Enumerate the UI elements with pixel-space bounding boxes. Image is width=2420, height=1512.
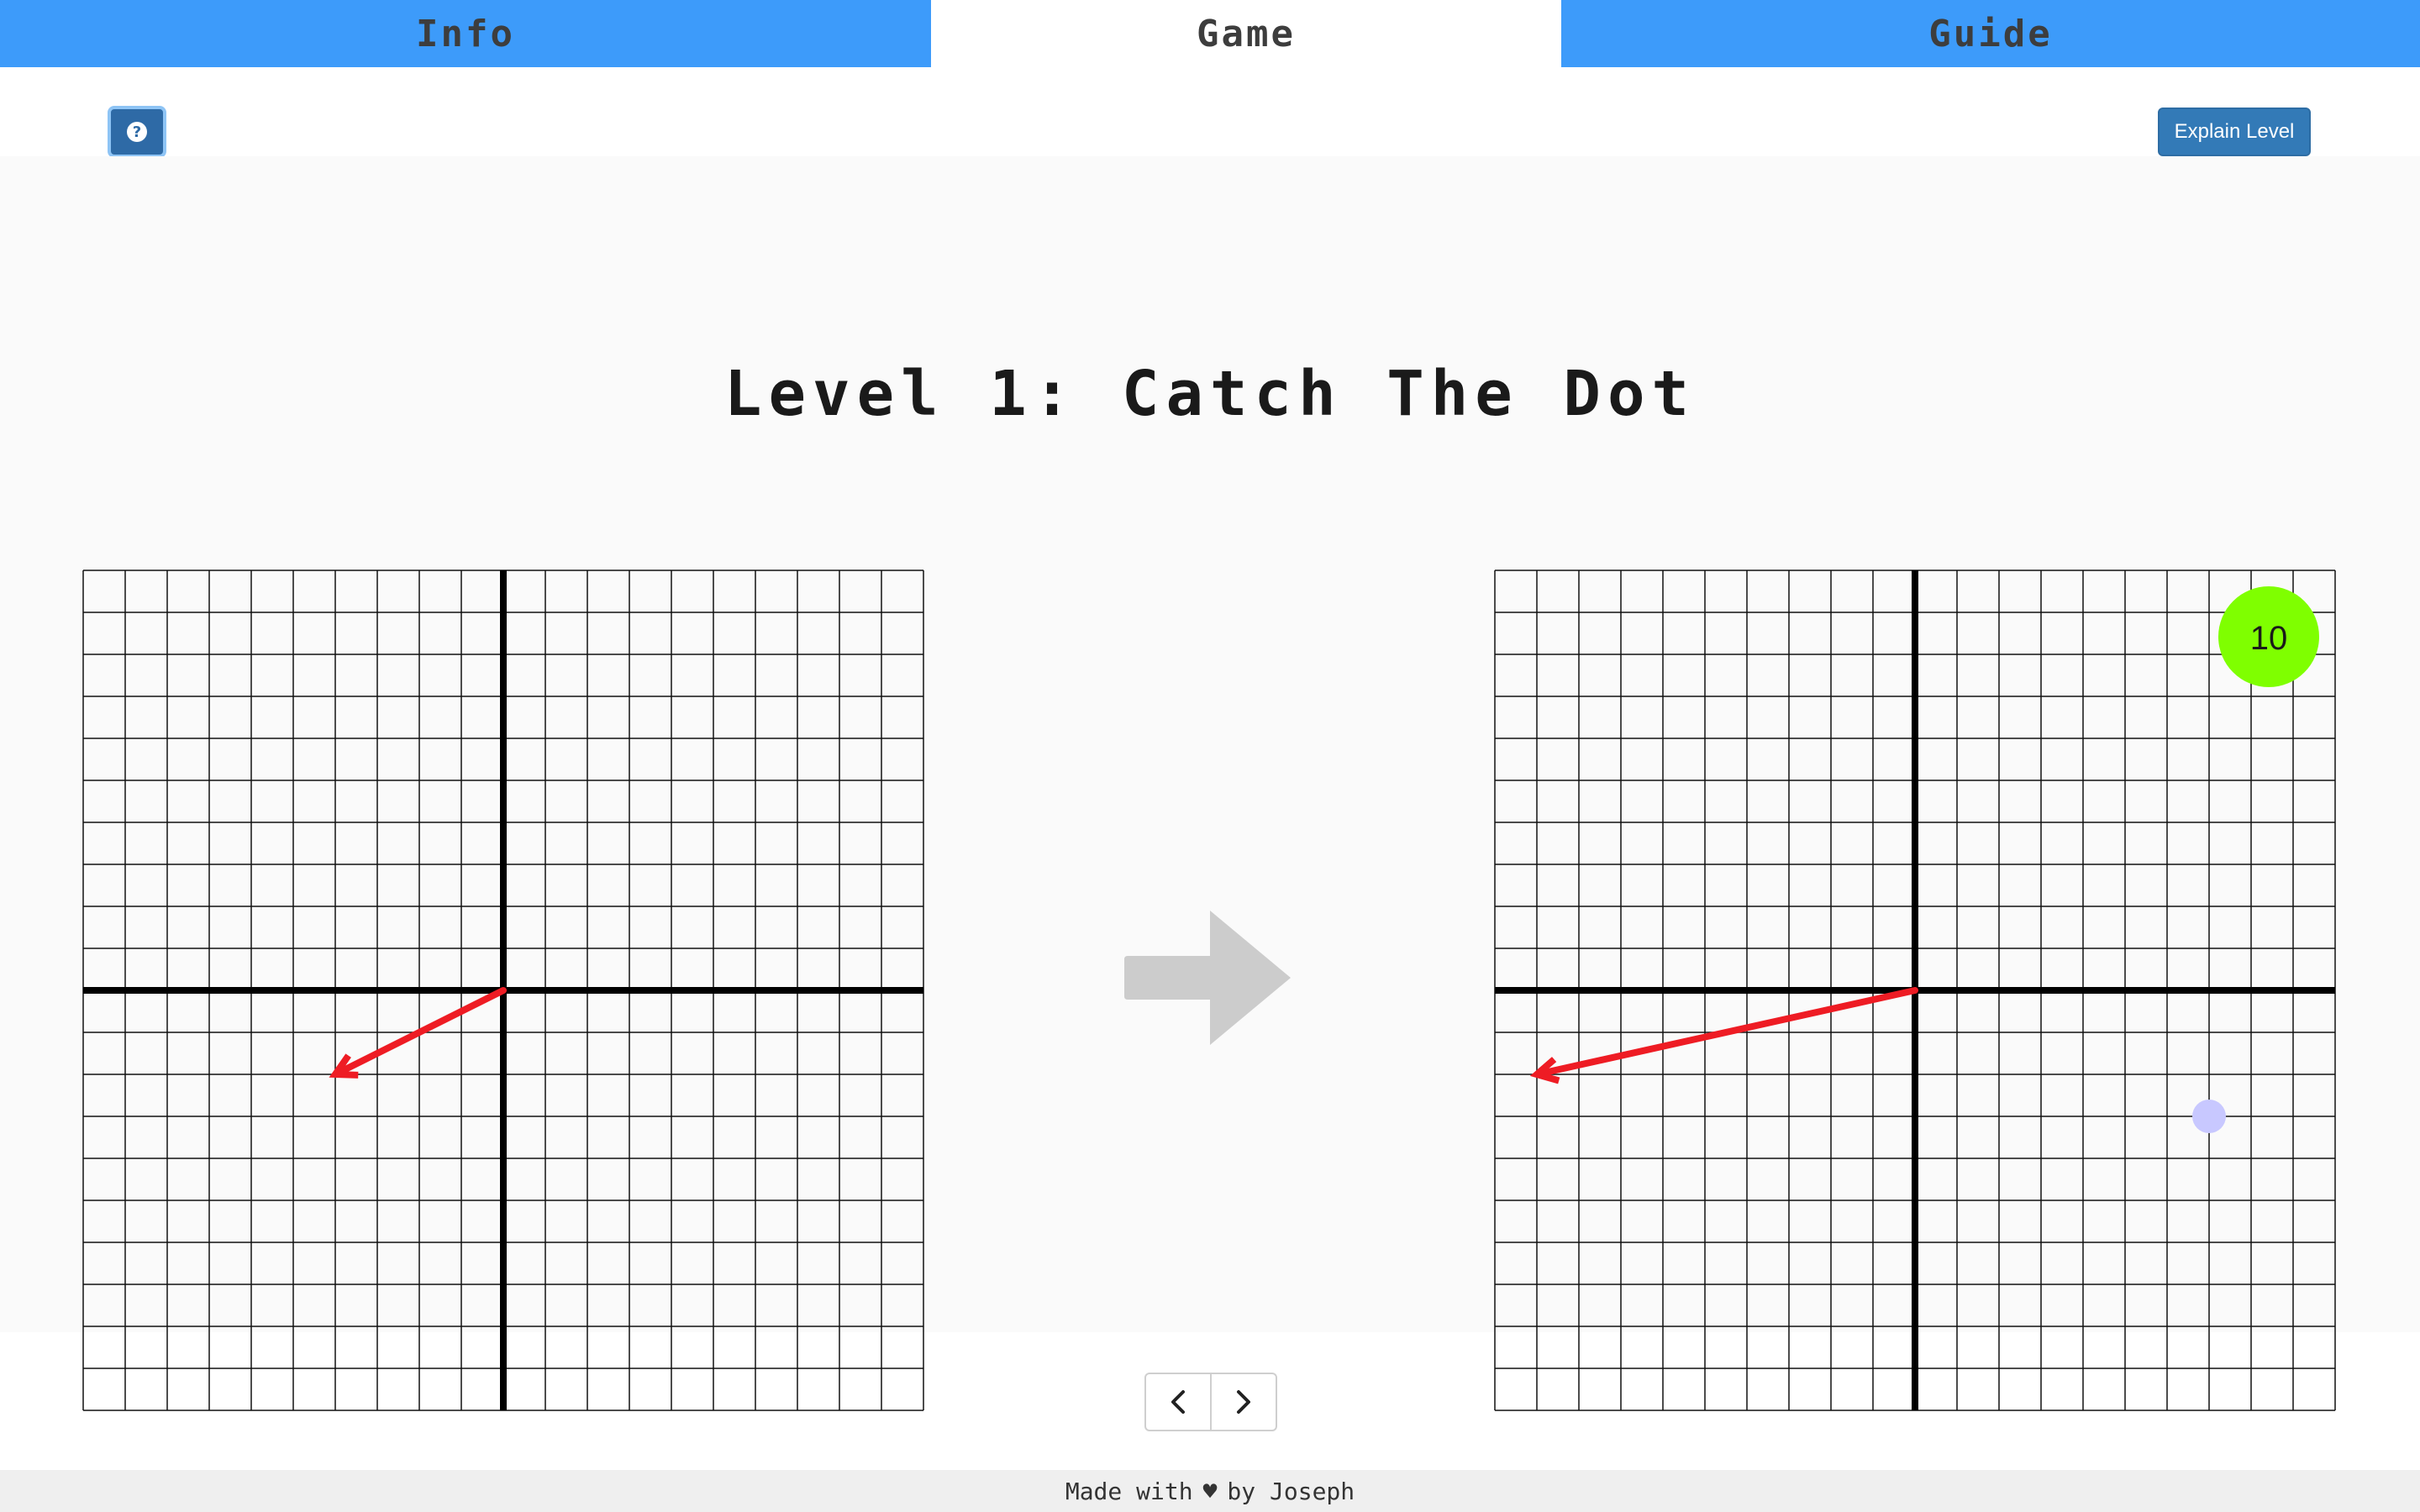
level-pager <box>1144 1373 1277 1431</box>
help-button[interactable]: ? <box>108 106 166 158</box>
tab-guide[interactable]: Guide <box>1561 0 2420 67</box>
vector-shaft <box>334 987 507 1077</box>
footer-suffix: by Joseph <box>1227 1477 1355 1505</box>
output-vector <box>1529 987 1918 1084</box>
question-circle-icon: ? <box>127 122 147 142</box>
tab-bar: Info Game Guide <box>0 0 2420 67</box>
heart-icon: ♥ <box>1202 1477 1218 1505</box>
game-page: Info Game Guide ? Explain Level Level 1:… <box>0 0 2420 1512</box>
explain-level-button[interactable]: Explain Level <box>2158 108 2311 156</box>
output-grid[interactable]: 10 <box>1494 570 2336 1411</box>
target-dot <box>2192 1100 2226 1133</box>
tab-game[interactable]: Game <box>931 0 1561 67</box>
footer: Made with ♥ by Joseph <box>0 1470 2420 1512</box>
footer-prefix: Made with <box>1065 1477 1193 1505</box>
game-panel: Level 1: Catch The Dot 10 <box>0 156 2420 1411</box>
transform-arrow-icon <box>1124 911 1291 1045</box>
level-title: Level 1: Catch The Dot <box>723 358 1697 430</box>
prev-level-button[interactable] <box>1146 1374 1210 1430</box>
score-value: 10 <box>2250 620 2288 657</box>
chevron-left-icon <box>1171 1390 1185 1414</box>
tab-info[interactable]: Info <box>0 0 931 67</box>
score-badge: 10 <box>2218 586 2319 687</box>
input-grid[interactable] <box>82 570 924 1411</box>
chevron-right-icon <box>1237 1390 1250 1414</box>
next-level-button[interactable] <box>1210 1374 1276 1430</box>
